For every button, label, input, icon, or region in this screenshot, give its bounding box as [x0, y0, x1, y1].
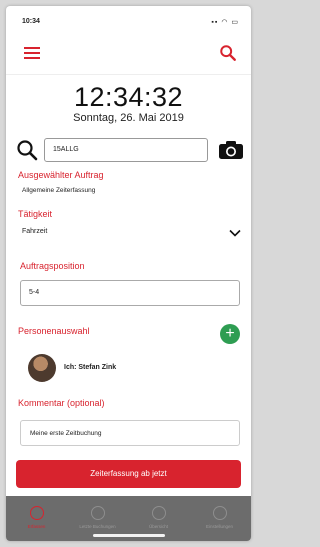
tab-erfassen[interactable]: Erfassen	[6, 496, 67, 541]
scan-input[interactable]: 15ALLG	[44, 138, 208, 162]
home-indicator	[93, 534, 165, 537]
chevron-down-icon[interactable]	[229, 229, 241, 237]
status-icons: ▪▪ ◠ ▭	[211, 19, 239, 26]
status-time: 10:34	[22, 18, 40, 25]
person-item[interactable]: Ich: Stefan Zink	[18, 354, 198, 384]
order-position-field[interactable]: 5-4	[20, 280, 240, 306]
selected-order-label: Ausgewählter Auftrag	[18, 170, 104, 180]
clock-icon	[29, 506, 44, 520]
tab-label: Letzte Buchungen	[79, 524, 116, 529]
comment-field[interactable]: Meine erste Zeitbuchung	[20, 420, 240, 446]
status-bar: 10:34 ▪▪ ◠ ▭	[6, 6, 251, 34]
search-icon[interactable]	[219, 44, 237, 62]
tab-einstellungen[interactable]: Einstellungen	[189, 496, 250, 541]
person-selection-label: Personenauswahl	[18, 326, 90, 336]
search-icon[interactable]	[16, 139, 38, 161]
list-icon	[151, 506, 166, 520]
person-name: Ich: Stefan Zink	[64, 364, 117, 371]
activity-label: Tätigkeit	[18, 209, 53, 219]
clock-time: 12:34:32	[73, 82, 184, 112]
hamburger-icon[interactable]	[24, 47, 40, 59]
history-icon	[90, 506, 105, 520]
selected-order-value: Allgemeine Zeiterfassung	[22, 187, 96, 194]
camera-icon[interactable]	[218, 140, 244, 160]
activity-select[interactable]: Fahrzeit	[22, 228, 47, 235]
add-person-button[interactable]: +	[220, 324, 240, 344]
tab-label: Erfassen	[27, 524, 46, 529]
start-time-tracking-button[interactable]: Zeiterfassung ab jetzt	[16, 460, 241, 488]
order-position-label: Auftragsposition	[20, 261, 85, 271]
top-bar	[6, 36, 251, 75]
comment-label: Kommentar (optional)	[18, 398, 105, 408]
gear-icon	[212, 506, 227, 520]
clock-date: Sonntag, 26. Mai 2019	[73, 112, 184, 124]
tab-label: Einstellungen	[205, 524, 234, 529]
avatar	[28, 354, 56, 382]
app-screen: 10:34 ▪▪ ◠ ▭ 12:34:32 Sonntag, 26. Mai 2…	[6, 6, 251, 541]
tab-label: Übersicht	[148, 524, 168, 529]
